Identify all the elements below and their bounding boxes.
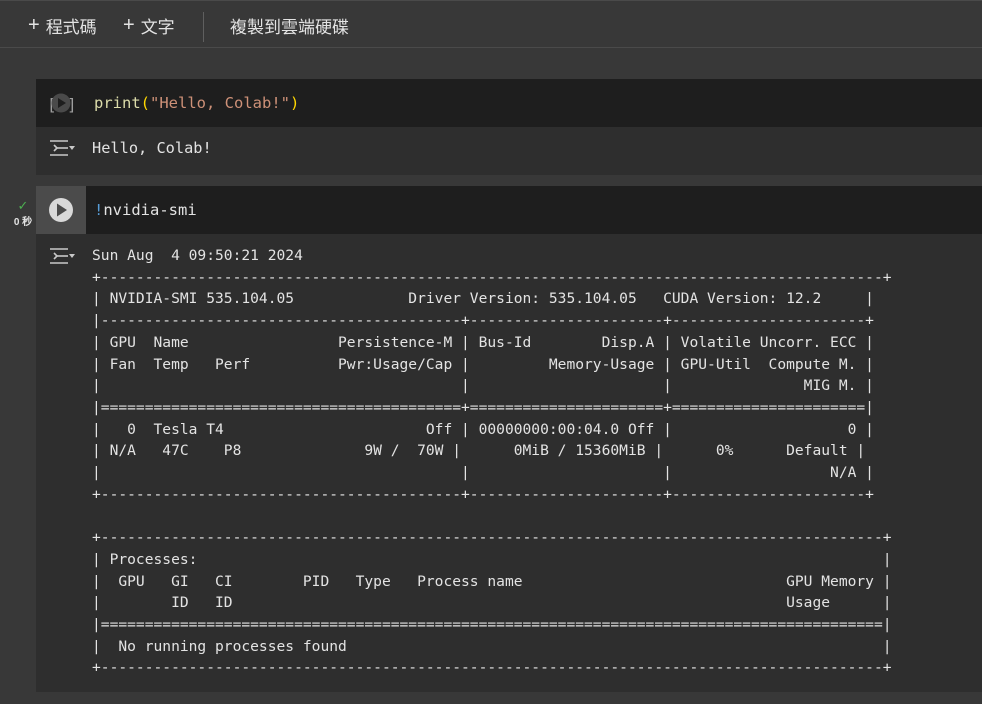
copy-to-drive-button[interactable]: 複製到雲端硬碟 (230, 1, 349, 49)
plus-icon: + (123, 13, 135, 36)
output-actions-icon[interactable] (48, 138, 76, 160)
code-paren-open: ( (140, 94, 151, 112)
add-code-cell-button[interactable]: + 程式碼 (28, 1, 97, 49)
cell-1-run-button[interactable]: [ ] (36, 79, 86, 127)
add-text-cell-button[interactable]: + 文字 (123, 1, 175, 49)
code-string: "Hello, Colab!" (150, 94, 290, 112)
run-idle-icon: [ ] (47, 93, 77, 114)
add-code-label: 程式碼 (45, 17, 97, 37)
cell-2-output: Sun Aug 4 09:50:21 2024 +---------------… (92, 247, 892, 677)
code-paren-close: ) (290, 94, 300, 112)
svg-text:]: ] (67, 95, 77, 114)
cell-2-run-button[interactable] (36, 186, 86, 234)
add-text-label: 文字 (140, 17, 175, 37)
cell-1-output: Hello, Colab! (92, 139, 212, 157)
cell-1-code[interactable]: print("Hello, Colab!") (94, 79, 299, 127)
run-icon (49, 198, 73, 222)
copy-to-drive-label: 複製到雲端硬碟 (230, 17, 349, 37)
notebook-toolbar: + 程式碼 + 文字 複製到雲端硬碟 (0, 0, 982, 48)
execution-time: 0 秒 (13, 217, 33, 228)
plus-icon: + (28, 13, 40, 36)
cell-2-code[interactable]: !nvidia-smi (94, 186, 197, 234)
toolbar-divider (203, 12, 204, 42)
code-command: nvidia-smi (103, 201, 197, 219)
output-actions-icon[interactable] (48, 246, 76, 268)
checkmark-icon: ✓ (17, 198, 29, 213)
code-function: print (94, 94, 141, 112)
code-bang: ! (94, 201, 104, 219)
execution-status: ✓ 0 秒 (10, 199, 36, 228)
